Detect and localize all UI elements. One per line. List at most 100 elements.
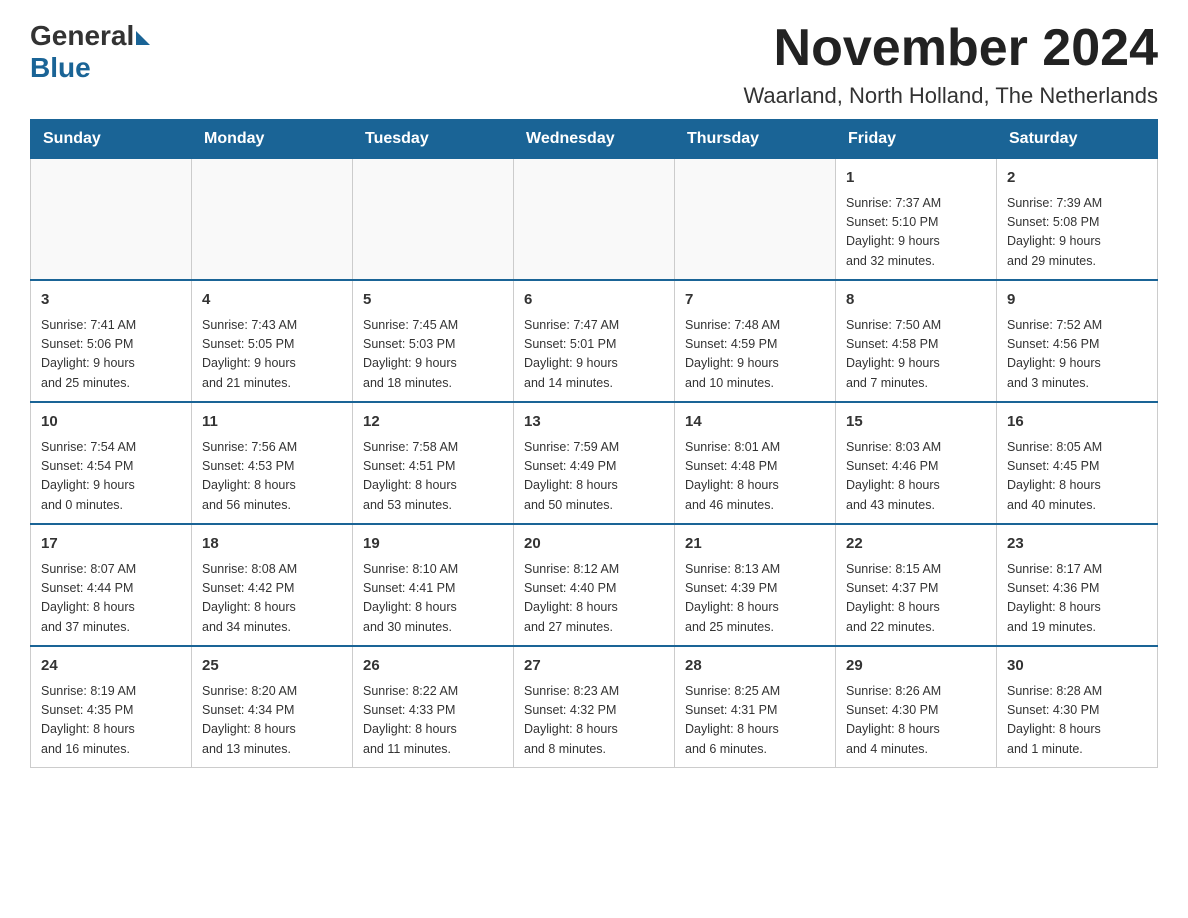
- day-info: Sunrise: 7:37 AMSunset: 5:10 PMDaylight:…: [846, 196, 941, 268]
- day-info: Sunrise: 8:17 AMSunset: 4:36 PMDaylight:…: [1007, 562, 1102, 634]
- page-header: General Blue November 2024 Waarland, Nor…: [30, 20, 1158, 109]
- calendar-cell: 26 Sunrise: 8:22 AMSunset: 4:33 PMDayligh…: [353, 646, 514, 768]
- logo-triangle-icon: [136, 31, 150, 45]
- calendar-cell: 10 Sunrise: 7:54 AMSunset: 4:54 PMDayligh…: [31, 402, 192, 524]
- day-info: Sunrise: 8:22 AMSunset: 4:33 PMDaylight:…: [363, 684, 458, 756]
- day-number: 2: [1007, 167, 1147, 190]
- day-info: Sunrise: 7:48 AMSunset: 4:59 PMDaylight:…: [685, 318, 780, 390]
- day-info: Sunrise: 7:58 AMSunset: 4:51 PMDaylight:…: [363, 440, 458, 512]
- calendar-cell: 23Sunrise: 8:17 AMSunset: 4:36 PMDayligh…: [997, 524, 1158, 646]
- calendar-cell: 27 Sunrise: 8:23 AMSunset: 4:32 PMDayligh…: [514, 646, 675, 768]
- day-number: 20: [524, 533, 664, 556]
- calendar-cell: 6 Sunrise: 7:47 AMSunset: 5:01 PMDaylight…: [514, 280, 675, 402]
- calendar-cell: 4Sunrise: 7:43 AMSunset: 5:05 PMDaylight…: [192, 280, 353, 402]
- day-info: Sunrise: 8:01 AMSunset: 4:48 PMDaylight:…: [685, 440, 780, 512]
- day-info: Sunrise: 8:05 AMSunset: 4:45 PMDaylight:…: [1007, 440, 1102, 512]
- day-info: Sunrise: 7:41 AMSunset: 5:06 PMDaylight:…: [41, 318, 136, 390]
- calendar-cell: 14 Sunrise: 8:01 AMSunset: 4:48 PMDayligh…: [675, 402, 836, 524]
- calendar-cell: 13 Sunrise: 7:59 AMSunset: 4:49 PMDayligh…: [514, 402, 675, 524]
- day-number: 10: [41, 411, 181, 434]
- location-title: Waarland, North Holland, The Netherlands: [743, 83, 1158, 109]
- calendar-cell: 29Sunrise: 8:26 AMSunset: 4:30 PMDayligh…: [836, 646, 997, 768]
- week-row-5: 24 Sunrise: 8:19 AMSunset: 4:35 PMDayligh…: [31, 646, 1158, 768]
- calendar-cell: [514, 159, 675, 281]
- day-info: Sunrise: 7:39 AMSunset: 5:08 PMDaylight:…: [1007, 196, 1102, 268]
- calendar-cell: 24 Sunrise: 8:19 AMSunset: 4:35 PMDayligh…: [31, 646, 192, 768]
- calendar-cell: 19 Sunrise: 8:10 AMSunset: 4:41 PMDayligh…: [353, 524, 514, 646]
- calendar-cell: 21 Sunrise: 8:13 AMSunset: 4:39 PMDayligh…: [675, 524, 836, 646]
- logo-general-text: General: [30, 20, 134, 52]
- day-number: 7: [685, 289, 825, 312]
- logo: General Blue: [30, 20, 150, 84]
- calendar-cell: 7 Sunrise: 7:48 AMSunset: 4:59 PMDaylight…: [675, 280, 836, 402]
- calendar-cell: 3Sunrise: 7:41 AMSunset: 5:06 PMDaylight…: [31, 280, 192, 402]
- day-info: Sunrise: 7:54 AMSunset: 4:54 PMDaylight:…: [41, 440, 136, 512]
- calendar-cell: 9 Sunrise: 7:52 AMSunset: 4:56 PMDaylight…: [997, 280, 1158, 402]
- day-number: 17: [41, 533, 181, 556]
- day-info: Sunrise: 8:13 AMSunset: 4:39 PMDaylight:…: [685, 562, 780, 634]
- calendar-cell: 17Sunrise: 8:07 AMSunset: 4:44 PMDayligh…: [31, 524, 192, 646]
- calendar-cell: 1 Sunrise: 7:37 AMSunset: 5:10 PMDaylight…: [836, 159, 997, 281]
- day-info: Sunrise: 8:19 AMSunset: 4:35 PMDaylight:…: [41, 684, 136, 756]
- header-tuesday: Tuesday: [353, 120, 514, 159]
- calendar-table: SundayMondayTuesdayWednesdayThursdayFrid…: [30, 119, 1158, 768]
- calendar-cell: [192, 159, 353, 281]
- month-title: November 2024: [743, 20, 1158, 77]
- header-friday: Friday: [836, 120, 997, 159]
- day-number: 16: [1007, 411, 1147, 434]
- calendar-cell: 15Sunrise: 8:03 AMSunset: 4:46 PMDayligh…: [836, 402, 997, 524]
- calendar-cell: 18Sunrise: 8:08 AMSunset: 4:42 PMDayligh…: [192, 524, 353, 646]
- day-number: 15: [846, 411, 986, 434]
- day-number: 9: [1007, 289, 1147, 312]
- calendar-cell: 20 Sunrise: 8:12 AMSunset: 4:40 PMDayligh…: [514, 524, 675, 646]
- day-number: 28: [685, 655, 825, 678]
- day-info: Sunrise: 7:52 AMSunset: 4:56 PMDaylight:…: [1007, 318, 1102, 390]
- day-info: Sunrise: 8:10 AMSunset: 4:41 PMDaylight:…: [363, 562, 458, 634]
- day-info: Sunrise: 8:20 AMSunset: 4:34 PMDaylight:…: [202, 684, 297, 756]
- calendar-cell: [675, 159, 836, 281]
- day-info: Sunrise: 8:12 AMSunset: 4:40 PMDaylight:…: [524, 562, 619, 634]
- week-row-4: 17Sunrise: 8:07 AMSunset: 4:44 PMDayligh…: [31, 524, 1158, 646]
- logo-blue-text: Blue: [30, 52, 91, 84]
- title-section: November 2024 Waarland, North Holland, T…: [743, 20, 1158, 109]
- header-row: SundayMondayTuesdayWednesdayThursdayFrid…: [31, 120, 1158, 159]
- calendar-cell: 2 Sunrise: 7:39 AMSunset: 5:08 PMDaylight…: [997, 159, 1158, 281]
- calendar-cell: 28 Sunrise: 8:25 AMSunset: 4:31 PMDayligh…: [675, 646, 836, 768]
- day-number: 26: [363, 655, 503, 678]
- day-info: Sunrise: 7:45 AMSunset: 5:03 PMDaylight:…: [363, 318, 458, 390]
- calendar-cell: 25 Sunrise: 8:20 AMSunset: 4:34 PMDayligh…: [192, 646, 353, 768]
- day-number: 19: [363, 533, 503, 556]
- header-sunday: Sunday: [31, 120, 192, 159]
- day-info: Sunrise: 8:15 AMSunset: 4:37 PMDaylight:…: [846, 562, 941, 634]
- day-number: 30: [1007, 655, 1147, 678]
- calendar-cell: 11Sunrise: 7:56 AMSunset: 4:53 PMDayligh…: [192, 402, 353, 524]
- day-number: 14: [685, 411, 825, 434]
- day-number: 21: [685, 533, 825, 556]
- day-number: 8: [846, 289, 986, 312]
- calendar-cell: 30 Sunrise: 8:28 AMSunset: 4:30 PMDayligh…: [997, 646, 1158, 768]
- day-info: Sunrise: 8:26 AMSunset: 4:30 PMDaylight:…: [846, 684, 941, 756]
- calendar-cell: 8 Sunrise: 7:50 AMSunset: 4:58 PMDaylight…: [836, 280, 997, 402]
- day-number: 12: [363, 411, 503, 434]
- day-number: 27: [524, 655, 664, 678]
- day-info: Sunrise: 8:23 AMSunset: 4:32 PMDaylight:…: [524, 684, 619, 756]
- day-info: Sunrise: 7:56 AMSunset: 4:53 PMDaylight:…: [202, 440, 297, 512]
- calendar-cell: [31, 159, 192, 281]
- day-number: 24: [41, 655, 181, 678]
- day-number: 6: [524, 289, 664, 312]
- day-info: Sunrise: 8:25 AMSunset: 4:31 PMDaylight:…: [685, 684, 780, 756]
- header-monday: Monday: [192, 120, 353, 159]
- day-number: 22: [846, 533, 986, 556]
- day-info: Sunrise: 7:59 AMSunset: 4:49 PMDaylight:…: [524, 440, 619, 512]
- header-thursday: Thursday: [675, 120, 836, 159]
- day-info: Sunrise: 8:28 AMSunset: 4:30 PMDaylight:…: [1007, 684, 1102, 756]
- day-number: 13: [524, 411, 664, 434]
- day-number: 1: [846, 167, 986, 190]
- week-row-1: 1 Sunrise: 7:37 AMSunset: 5:10 PMDaylight…: [31, 159, 1158, 281]
- day-info: Sunrise: 7:50 AMSunset: 4:58 PMDaylight:…: [846, 318, 941, 390]
- day-info: Sunrise: 8:08 AMSunset: 4:42 PMDaylight:…: [202, 562, 297, 634]
- header-saturday: Saturday: [997, 120, 1158, 159]
- day-info: Sunrise: 7:47 AMSunset: 5:01 PMDaylight:…: [524, 318, 619, 390]
- calendar-cell: 16 Sunrise: 8:05 AMSunset: 4:45 PMDayligh…: [997, 402, 1158, 524]
- day-number: 25: [202, 655, 342, 678]
